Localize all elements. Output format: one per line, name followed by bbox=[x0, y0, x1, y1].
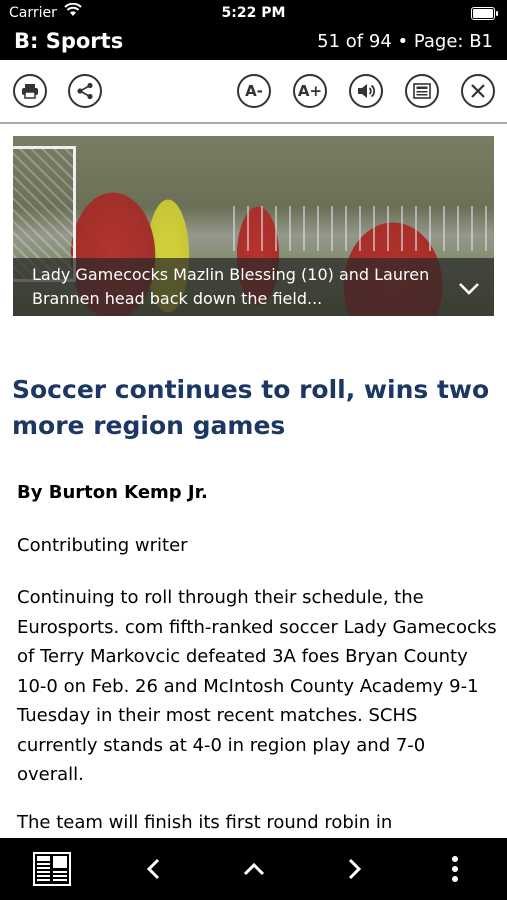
article-headline: Soccer continues to roll, wins two more … bbox=[12, 375, 490, 440]
newspaper-icon bbox=[413, 83, 431, 99]
chevron-up-icon bbox=[243, 862, 265, 876]
author-role: Contributing writer bbox=[17, 535, 188, 556]
status-bar: Carrier 5:22 PM bbox=[0, 0, 507, 26]
chevron-right-icon bbox=[348, 858, 362, 880]
newspaper-pages-icon bbox=[33, 852, 71, 886]
battery-level bbox=[473, 9, 493, 18]
article-paragraph: The team will finish its first round rob… bbox=[17, 812, 393, 833]
share-icon bbox=[77, 82, 93, 100]
close-button[interactable] bbox=[461, 74, 495, 108]
pages-button[interactable] bbox=[30, 852, 74, 886]
audio-button[interactable] bbox=[349, 74, 383, 108]
more-options-button[interactable] bbox=[440, 852, 470, 886]
chevron-left-icon bbox=[146, 858, 160, 880]
previous-article-button[interactable] bbox=[136, 852, 170, 886]
scroll-top-button[interactable] bbox=[236, 852, 272, 886]
font-larger-button[interactable]: A+ bbox=[293, 74, 327, 108]
printer-icon bbox=[22, 84, 38, 99]
chevron-down-icon[interactable] bbox=[458, 282, 480, 296]
font-smaller-button[interactable]: A- bbox=[237, 74, 271, 108]
speaker-icon bbox=[358, 84, 376, 98]
close-icon bbox=[471, 84, 485, 98]
section-title: B: Sports bbox=[14, 29, 124, 53]
more-vertical-icon bbox=[452, 856, 458, 882]
fence-graphic bbox=[233, 206, 494, 251]
share-button[interactable] bbox=[68, 74, 102, 108]
battery-icon bbox=[471, 7, 498, 20]
article-byline: By Burton Kemp Jr. bbox=[17, 482, 208, 503]
print-button[interactable] bbox=[13, 74, 47, 108]
bottom-navigation-bar bbox=[0, 838, 507, 900]
photo-caption-text: Lady Gamecocks Mazlin Blessing (10) and … bbox=[32, 265, 430, 308]
status-time: 5:22 PM bbox=[221, 5, 286, 21]
next-article-button[interactable] bbox=[338, 852, 372, 886]
page-info: 51 of 94 • Page: B1 bbox=[317, 31, 493, 52]
article-paragraph: Continuing to roll through their schedul… bbox=[17, 587, 497, 785]
photo-caption: Lady Gamecocks Mazlin Blessing (10) and … bbox=[13, 258, 494, 316]
article-photo[interactable]: Lady Gamecocks Mazlin Blessing (10) and … bbox=[13, 136, 494, 316]
article-toolbar: A- A+ bbox=[0, 60, 507, 124]
page-view-button[interactable] bbox=[405, 74, 439, 108]
title-bar: B: Sports 51 of 94 • Page: B1 bbox=[0, 26, 507, 60]
